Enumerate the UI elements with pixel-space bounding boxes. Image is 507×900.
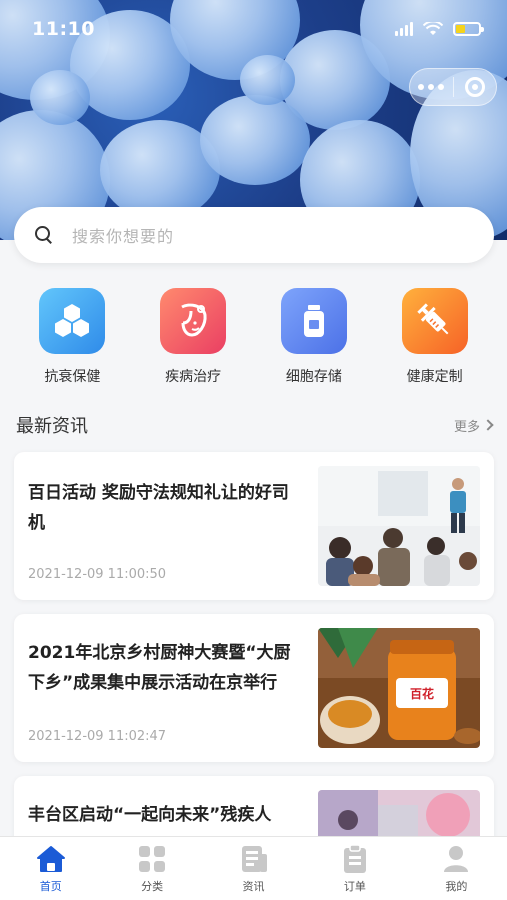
- tab-home[interactable]: 首页: [0, 837, 101, 900]
- news-card-title: 丰台区启动“一起向未来”残疾人: [28, 805, 272, 825]
- target-icon: [464, 77, 485, 97]
- bottle-icon: [280, 288, 347, 354]
- category-anti-aging[interactable]: 抗衰保健: [22, 288, 122, 386]
- category-label: 健康定制: [406, 369, 463, 385]
- category-health-custom[interactable]: 健康定制: [385, 288, 485, 386]
- wifi-icon: [423, 22, 443, 35]
- grid-icon: [139, 845, 166, 872]
- cubes-icon: [39, 288, 106, 354]
- tab-mine[interactable]: 我的: [406, 837, 507, 900]
- more-news-link[interactable]: 更多: [453, 416, 494, 435]
- category-label: 细胞存储: [285, 369, 342, 385]
- close-miniprogram-button[interactable]: [454, 77, 497, 97]
- status-icons: [395, 22, 484, 36]
- syringe-icon: [401, 288, 468, 354]
- news-card-date: 2021-12-09 11:00:50: [28, 567, 167, 582]
- tab-label: 订单: [343, 879, 366, 893]
- news-icon: [241, 845, 267, 872]
- battery-icon: [453, 22, 484, 36]
- face-icon: [160, 288, 227, 354]
- home-icon: [36, 845, 65, 872]
- tab-label: 分类: [141, 879, 164, 893]
- more-label: 更多: [453, 419, 480, 435]
- search-icon: [34, 225, 54, 245]
- chevron-right-icon: [482, 419, 494, 431]
- svg-text:百花: 百花: [410, 686, 434, 701]
- category-label: 抗衰保健: [44, 369, 101, 385]
- news-card-title: 百日活动 奖励守法规知礼让的好司机: [28, 483, 289, 533]
- tab-label: 资讯: [242, 879, 265, 893]
- status-time: 11:10: [32, 18, 95, 40]
- news-card-image: [318, 466, 480, 586]
- status-bar: 11:10: [0, 0, 507, 58]
- category-row: 抗衰保健 疾病治疗 细胞存储 健康定制: [0, 288, 507, 386]
- category-disease-treatment[interactable]: 疾病治疗: [143, 288, 243, 386]
- clipboard-icon: [343, 843, 366, 873]
- signal-icon: [395, 22, 413, 36]
- tab-news[interactable]: 资讯: [203, 837, 304, 900]
- more-options-button[interactable]: [410, 84, 453, 90]
- news-section-header: 最新资讯 更多: [16, 412, 494, 438]
- tab-orders[interactable]: 订单: [304, 837, 405, 900]
- news-card-title: 2021年北京乡村厨神大赛暨“大厨下乡”成果集中展示活动在京举行: [28, 643, 291, 693]
- user-icon: [444, 845, 469, 872]
- news-card-image: 百花: [318, 628, 480, 748]
- news-section-title: 最新资讯: [16, 416, 88, 437]
- news-card[interactable]: 2021年北京乡村厨神大赛暨“大厨下乡”成果集中展示活动在京举行 2021-12…: [14, 614, 494, 762]
- news-card[interactable]: 百日活动 奖励守法规知礼让的好司机 2021-12-09 11:00:50: [14, 452, 494, 600]
- category-label: 疾病治疗: [165, 369, 222, 385]
- miniprogram-capsule: [409, 68, 497, 106]
- tab-category[interactable]: 分类: [101, 837, 202, 900]
- bottom-tab-bar: 首页 分类 资讯 订单 我的: [0, 836, 507, 900]
- search-bar[interactable]: 搜索你想要的: [14, 207, 494, 263]
- tab-label: 我的: [445, 879, 468, 893]
- category-cell-storage[interactable]: 细胞存储: [264, 288, 364, 386]
- news-card-date: 2021-12-09 11:02:47: [28, 729, 167, 744]
- tab-label: 首页: [39, 879, 62, 893]
- search-input[interactable]: 搜索你想要的: [72, 223, 174, 247]
